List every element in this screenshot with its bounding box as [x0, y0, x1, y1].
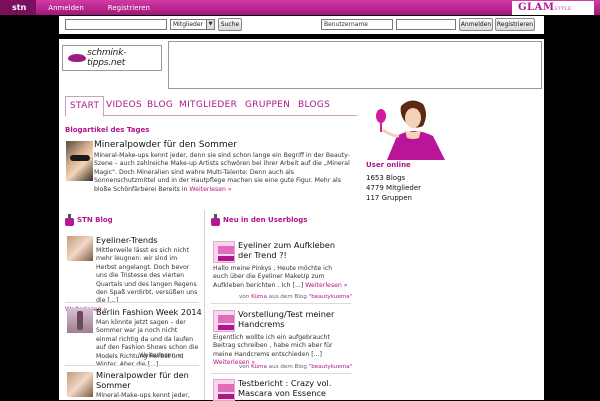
userblog-meta-1: von Küma aus dem Blog "beautykuema" — [239, 294, 352, 300]
userblog-image-2[interactable] — [213, 310, 235, 332]
featured-read-more[interactable]: Weiterlesen » — [189, 186, 231, 193]
search-category-select[interactable]: Mitglieder ▼ — [170, 19, 215, 30]
search-category-value: Mitglieder — [173, 21, 203, 28]
search-bar: Mitglieder ▼ Suche Benutzername Anmelden… — [59, 16, 544, 34]
userblogs-heading-text: Neu in den Userblogs — [223, 216, 308, 224]
tab-start[interactable]: START — [65, 96, 105, 117]
stn-blog-heading-text: STN Blog — [77, 216, 113, 224]
userblog-image-3[interactable] — [213, 379, 235, 401]
post-text-mineralpowder: Mineral-Make-ups kennt jeder, — [96, 392, 190, 399]
glam-logo-sub: STYLE — [554, 6, 572, 12]
stat-groups[interactable]: 117 Gruppen — [366, 194, 412, 202]
userblog-text-handcrems: Eigentlich wollte ich ein aufgebraucht B… — [213, 334, 349, 368]
user-online-heading: User online — [366, 161, 411, 169]
post-title-berlin-fashion-week[interactable]: Berlin Fashion Week 2014 — [96, 307, 202, 318]
post-title-mineralpowder[interactable]: Mineralpowder für den Sommer — [96, 370, 196, 390]
site-logo[interactable]: schmink-tipps.net — [62, 45, 162, 71]
glam-logo-text: GLAM — [518, 2, 555, 13]
blog-link[interactable]: "beautykuema" — [309, 364, 353, 370]
userblog-meta-2: von Küma aus dem Blog "beautykuema" — [239, 364, 352, 370]
login-button[interactable]: Anmelden — [459, 18, 493, 31]
post-image-mineralpowder[interactable] — [67, 372, 93, 397]
main-nav: START VIDEOS BLOG MITGLIEDER GRUPPEN BLO… — [65, 96, 357, 117]
post-separator — [65, 365, 199, 366]
userblogs-heading: Neu in den Userblogs — [211, 214, 307, 226]
woman-illustration — [376, 100, 445, 160]
top-login-link[interactable]: Anmelden — [36, 4, 95, 12]
tab-mitglieder[interactable]: MITGLIEDER — [179, 100, 237, 110]
nail-polish-icon — [65, 214, 74, 226]
post-text-eyeliner-trends: Mittlerweile lässt es sich nicht mehr le… — [65, 247, 199, 314]
site-logo-text: schmink-tipps.net — [87, 48, 127, 68]
meta-prefix: von — [239, 364, 250, 370]
tab-videos[interactable]: VIDEOS — [106, 100, 142, 110]
post-title-eyeliner-trends[interactable]: Eyeliner-Trends — [96, 235, 158, 246]
meta-mid: aus dem Blog — [268, 364, 307, 370]
chevron-down-icon: ▼ — [206, 20, 214, 29]
search-button[interactable]: Suche — [218, 18, 242, 31]
register-button[interactable]: Registrieren — [495, 18, 535, 31]
author-link[interactable]: Küma — [251, 364, 267, 370]
stat-blogs[interactable]: 1653 Blogs — [366, 174, 405, 182]
userblog-text-eyeliner: Hallo meine Pinkys , Heute möchte ich eu… — [213, 265, 349, 290]
stat-members[interactable]: 4779 Mitglieder — [366, 184, 421, 192]
column-divider — [204, 210, 205, 400]
userblog-read-more-1[interactable]: Weiterlesen » — [305, 282, 347, 289]
stn-blog-heading: STN Blog — [65, 214, 113, 226]
username-input[interactable]: Benutzername — [321, 19, 393, 30]
featured-heading: Blogartikel des Tages — [65, 126, 150, 134]
glam-logo[interactable]: GLAMSTYLE — [512, 1, 594, 15]
main-content: START VIDEOS BLOG MITGLIEDER GRUPPEN BLO… — [59, 90, 544, 401]
userblog-title-eyeliner[interactable]: Eyeliner zum Aufkleben der Trend ?! — [238, 240, 348, 260]
post-text-berlin-fashion-week: Man könnte jetzt sagen – der Sommer war … — [65, 319, 199, 369]
featured-title[interactable]: Mineralpowder für den Sommer — [94, 140, 237, 150]
userblog-title-handcrems[interactable]: Vorstellung/Test meiner Handcrems — [238, 309, 348, 329]
tab-gruppen[interactable]: GRUPPEN — [245, 100, 290, 110]
featured-image[interactable] — [66, 141, 93, 181]
post-separator — [211, 303, 351, 304]
lips-icon — [66, 51, 87, 65]
author-link[interactable]: Küma — [251, 294, 267, 300]
userblog-text-handcrems-body: Eigentlich wollte ich ein aufgebraucht B… — [213, 334, 333, 358]
userblog-image-1[interactable] — [213, 241, 235, 263]
header: schmink-tipps.net — [59, 39, 544, 90]
stn-brand[interactable]: stn — [0, 0, 37, 15]
ad-banner[interactable] — [168, 41, 542, 89]
featured-text: Mineral-Make-ups kennt jeder, denn sie s… — [94, 152, 354, 194]
meta-prefix: von — [239, 294, 250, 300]
post-separator — [65, 302, 199, 303]
meta-mid: aus dem Blog — [268, 294, 307, 300]
password-input[interactable] — [396, 19, 456, 30]
search-input[interactable] — [65, 19, 167, 30]
tab-blog[interactable]: BLOG — [147, 100, 173, 110]
nail-polish-icon — [211, 214, 220, 226]
top-register-link[interactable]: Registrieren — [96, 4, 162, 12]
post-text-eyeliner-trends-body: Mittlerweile lässt es sich nicht mehr le… — [96, 247, 198, 305]
post-text-fashion-body: Man könnte jetzt sagen – der Sommer war … — [96, 319, 199, 368]
post-read-more-fashion[interactable]: Weiterlesen » — [139, 352, 181, 360]
blog-link[interactable]: "beautykuema" — [309, 294, 353, 300]
post-separator — [211, 373, 351, 374]
userblog-title-mascara[interactable]: Testbericht : Crazy vol. Mascara von Ess… — [238, 378, 350, 398]
top-bar: stn Anmelden Registrieren GLAMSTYLE — [0, 0, 600, 15]
tab-blogs[interactable]: BLOGS — [298, 100, 330, 110]
